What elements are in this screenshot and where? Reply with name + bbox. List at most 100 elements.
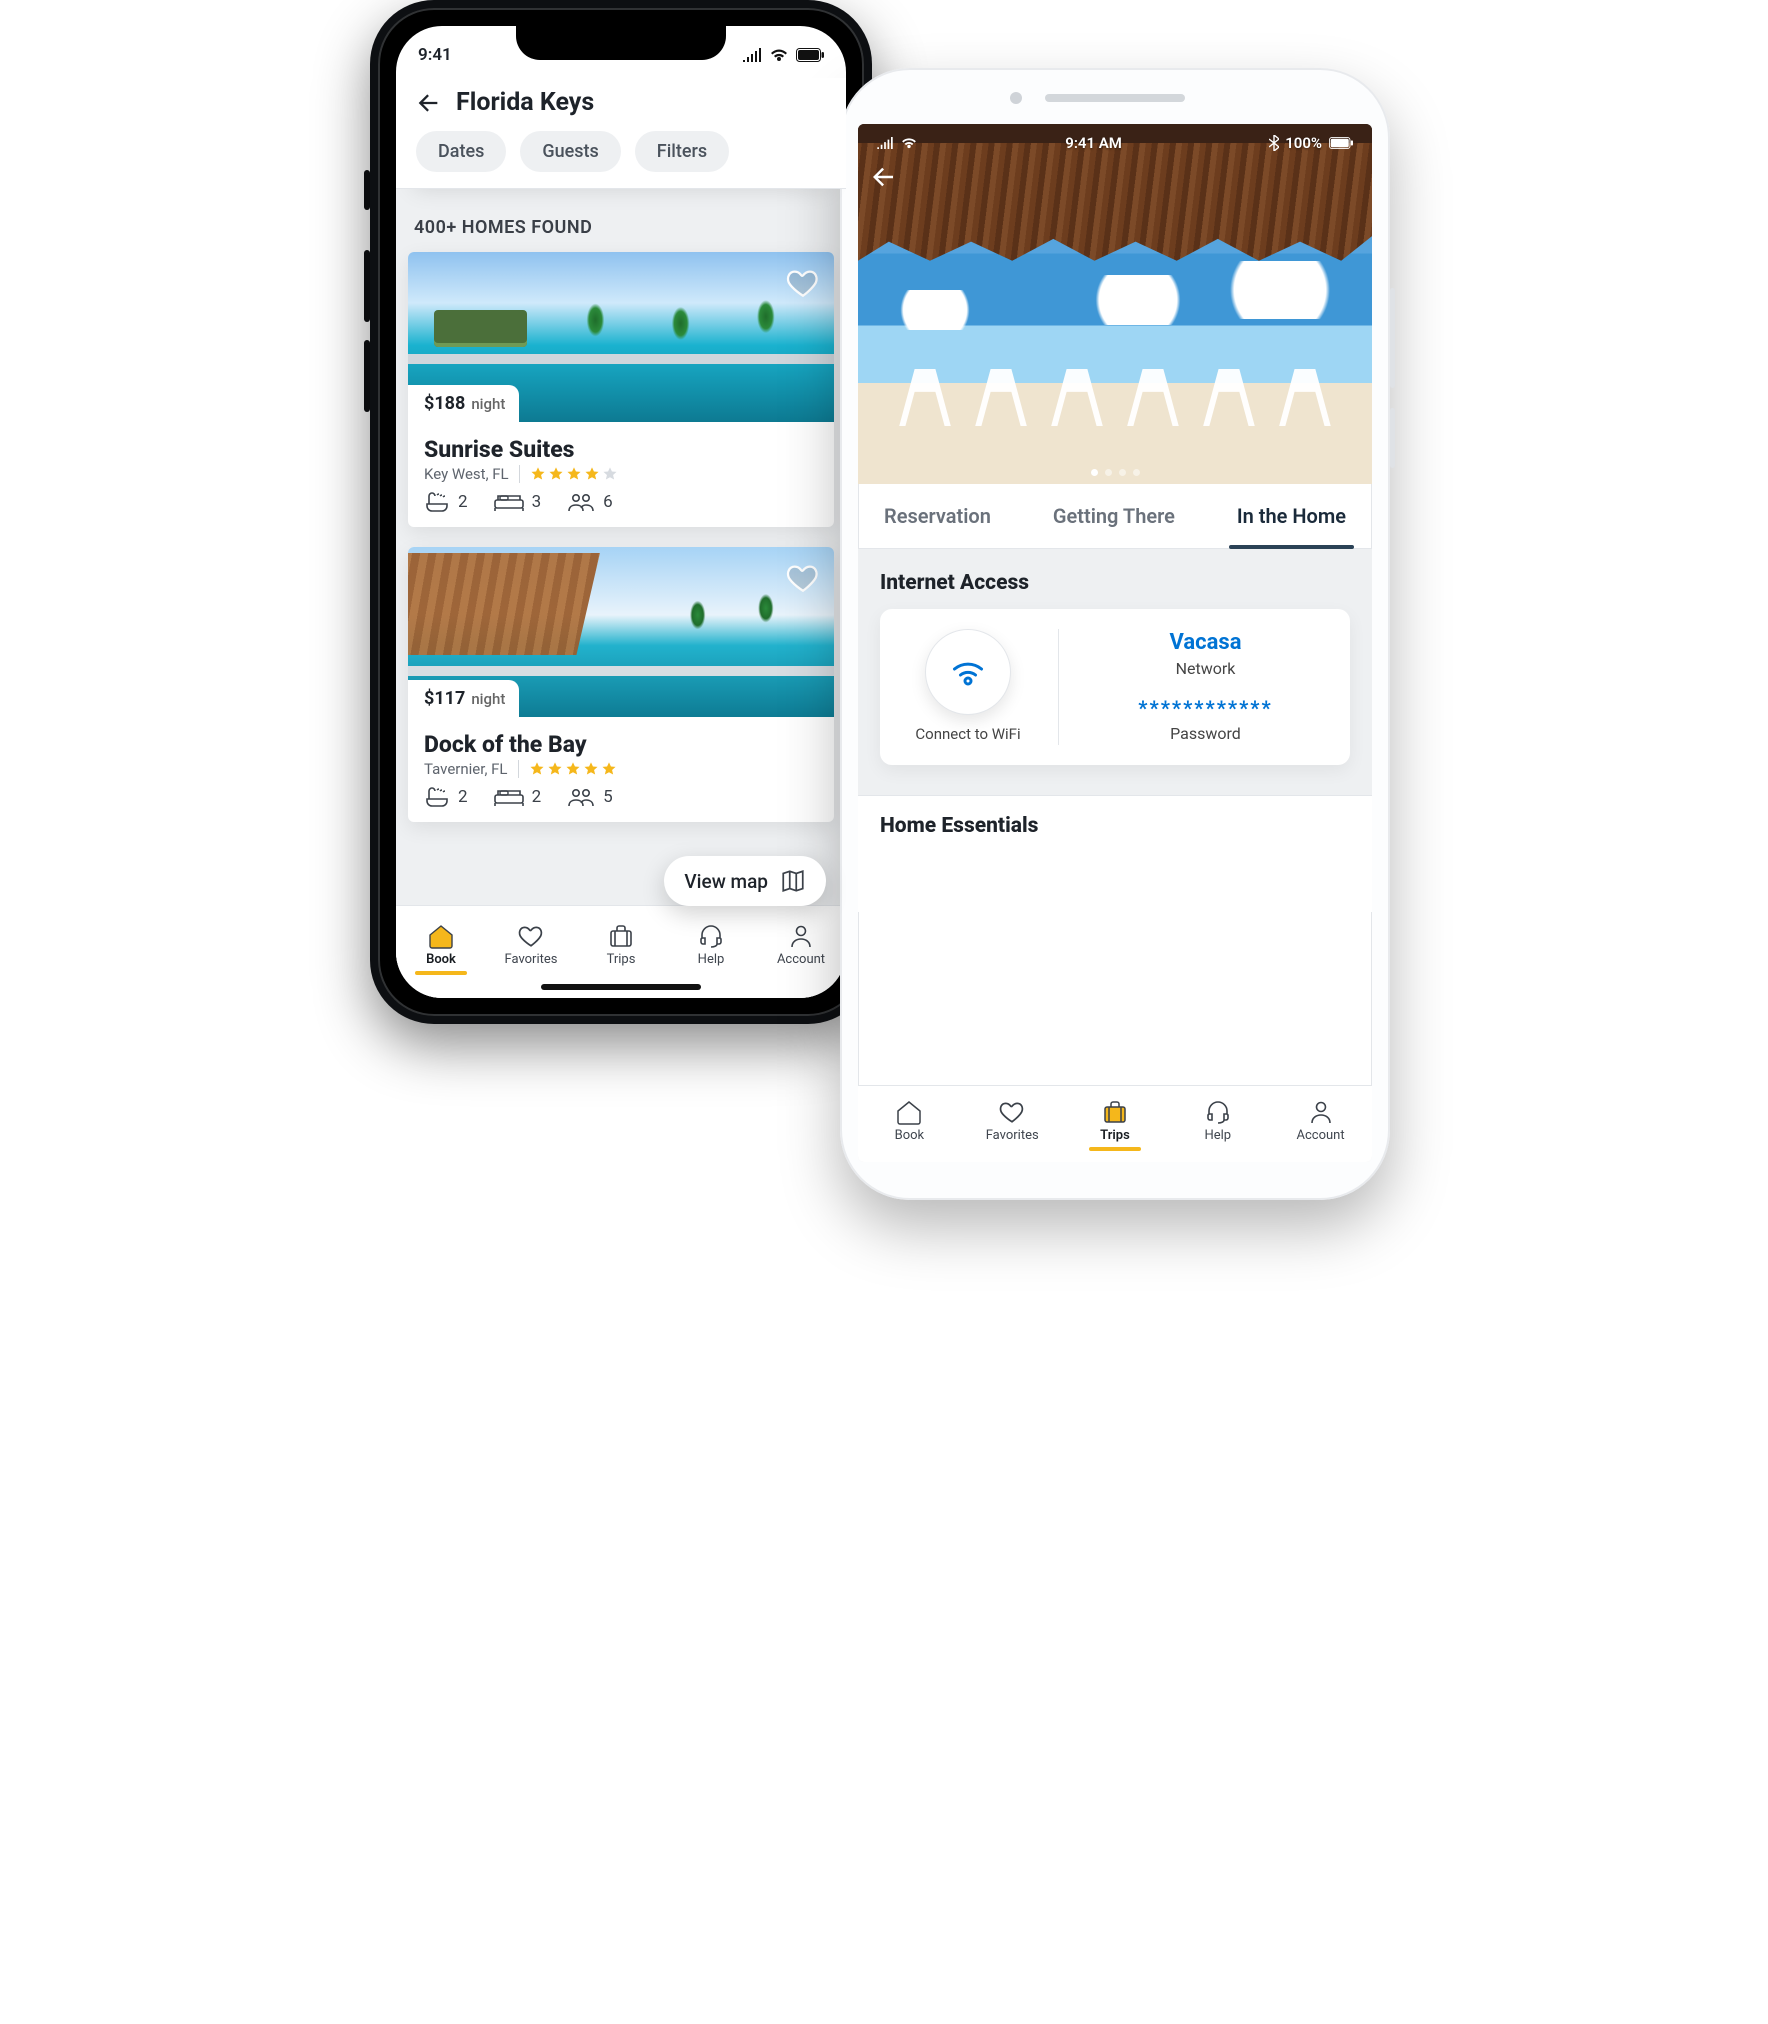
tab-account[interactable]: Account xyxy=(1291,1099,1351,1143)
phone-right-frame: 9:41 AM 100% Reservation Getting There I… xyxy=(840,68,1390,1200)
wifi-icon xyxy=(769,48,789,62)
bed-icon xyxy=(494,786,524,808)
listing-card[interactable]: $117 night Dock of the Bay Tavernier, FL xyxy=(408,547,834,822)
listing-location: Key West, FL xyxy=(424,465,509,483)
divider xyxy=(1058,629,1059,745)
listing-hero: $188 night xyxy=(408,252,834,422)
status-bar: 9:41 AM 100% xyxy=(858,130,1372,156)
bath-count: 2 xyxy=(458,787,468,807)
view-map-label: View map xyxy=(684,870,768,893)
back-arrow-icon[interactable] xyxy=(414,89,442,117)
heart-icon xyxy=(998,1099,1026,1125)
price-badge: $117 night xyxy=(408,680,519,717)
bath-icon xyxy=(424,786,450,808)
notch xyxy=(516,26,726,60)
suitcase-icon xyxy=(607,923,635,949)
connect-wifi-button[interactable] xyxy=(925,629,1011,715)
signal-icon xyxy=(742,48,762,62)
connect-wifi-label: Connect to WiFi xyxy=(915,725,1020,745)
wifi-icon xyxy=(900,137,918,149)
person-icon xyxy=(1307,1099,1335,1125)
listing-card[interactable]: $188 night Sunrise Suites Key West, FL xyxy=(408,252,834,527)
wifi-password[interactable]: ************ xyxy=(1138,696,1272,720)
price-unit: night xyxy=(471,690,505,708)
cloud xyxy=(899,290,989,330)
tab-label: Trips xyxy=(607,952,636,967)
tab-label: Help xyxy=(698,952,725,967)
cloud xyxy=(1094,275,1204,325)
listing-name: Sunrise Suites xyxy=(424,436,818,463)
tab-label: Account xyxy=(777,952,825,967)
tab-trips[interactable]: Trips xyxy=(1085,1099,1145,1143)
house-icon xyxy=(427,923,455,949)
bluetooth-icon xyxy=(1269,135,1279,151)
internet-section: Internet Access Connect to WiFi Vacasa N… xyxy=(858,549,1372,795)
page-title: Florida Keys xyxy=(456,88,594,117)
tab-label: Favorites xyxy=(505,952,558,967)
heart-icon[interactable] xyxy=(786,266,820,300)
trip-tabs: Reservation Getting There In the Home xyxy=(858,484,1372,549)
guests-icon xyxy=(567,786,595,808)
beach-chairs xyxy=(899,369,1331,427)
suitcase-icon xyxy=(1101,1099,1129,1125)
bath-count: 2 xyxy=(458,492,468,512)
tab-account[interactable]: Account xyxy=(771,923,831,967)
section-title: Home Essentials xyxy=(880,814,1350,838)
wifi-icon xyxy=(950,657,986,687)
wifi-password-label: Password xyxy=(1170,724,1241,743)
search-header: Florida Keys Dates Guests Filters xyxy=(396,78,846,189)
tab-label: Favorites xyxy=(986,1128,1039,1143)
back-arrow-icon[interactable] xyxy=(868,162,898,192)
home-essentials-section: Home Essentials xyxy=(858,795,1372,912)
guest-count: 6 xyxy=(603,492,613,512)
rating-stars xyxy=(529,761,617,777)
tab-reservation[interactable]: Reservation xyxy=(880,484,995,548)
status-time: 9:41 xyxy=(418,45,452,65)
divider xyxy=(519,465,520,483)
guests-chip[interactable]: Guests xyxy=(520,131,620,172)
tab-in-the-home[interactable]: In the Home xyxy=(1233,484,1350,548)
tab-favorites[interactable]: Favorites xyxy=(982,1099,1042,1143)
tab-favorites[interactable]: Favorites xyxy=(501,923,561,967)
results-count: 400+ HOMES FOUND xyxy=(414,217,828,238)
front-camera xyxy=(1010,92,1022,104)
battery-icon xyxy=(1328,137,1354,149)
tab-book[interactable]: Book xyxy=(411,923,471,967)
person-icon xyxy=(787,923,815,949)
price: $117 xyxy=(424,688,465,709)
price-unit: night xyxy=(471,395,505,413)
phone-left-frame: 9:41 Florida Keys Dates Guest xyxy=(370,0,872,1024)
guest-count: 5 xyxy=(603,787,613,807)
tab-help[interactable]: Help xyxy=(681,923,741,967)
price-badge: $188 night xyxy=(408,385,519,422)
filters-chip[interactable]: Filters xyxy=(635,131,729,172)
signal-icon xyxy=(876,137,894,149)
cloud xyxy=(1228,261,1358,319)
wifi-network-name: Vacasa xyxy=(1170,630,1242,655)
tab-label: Book xyxy=(426,952,456,967)
tab-book[interactable]: Book xyxy=(879,1099,939,1143)
bed-icon xyxy=(494,491,524,513)
earpiece xyxy=(1045,94,1185,102)
guests-icon xyxy=(567,491,595,513)
home-indicator xyxy=(541,984,701,990)
tab-label: Account xyxy=(1297,1128,1345,1143)
tab-label: Help xyxy=(1204,1128,1231,1143)
view-map-button[interactable]: View map xyxy=(664,856,826,906)
bed-count: 3 xyxy=(532,492,542,512)
heart-icon[interactable] xyxy=(786,561,820,595)
battery-text: 100% xyxy=(1285,134,1322,152)
dates-chip[interactable]: Dates xyxy=(416,131,506,172)
wifi-network-label: Network xyxy=(1176,659,1236,678)
tab-help[interactable]: Help xyxy=(1188,1099,1248,1143)
price: $188 xyxy=(424,393,465,414)
headset-icon xyxy=(697,923,725,949)
map-icon xyxy=(780,868,806,894)
status-time: 9:41 AM xyxy=(1065,134,1122,152)
divider xyxy=(518,760,519,778)
tab-trips[interactable]: Trips xyxy=(591,923,651,967)
tab-label: Book xyxy=(895,1128,925,1143)
tab-getting-there[interactable]: Getting There xyxy=(1049,484,1179,548)
listing-hero: $117 night xyxy=(408,547,834,717)
carousel-dots[interactable] xyxy=(858,469,1372,476)
